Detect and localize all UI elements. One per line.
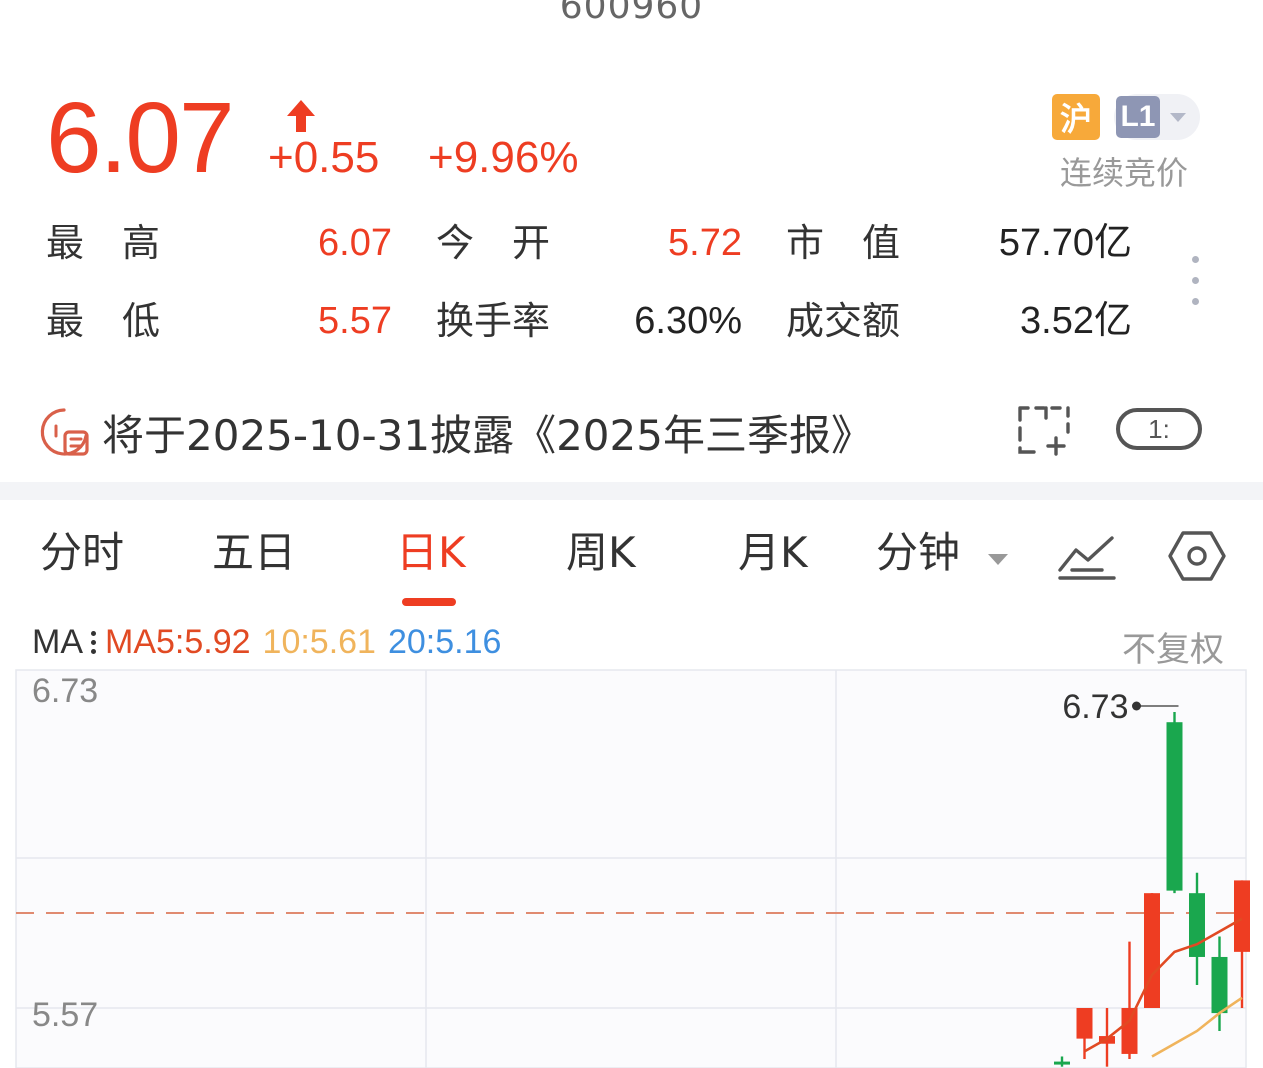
- notice-text: 将于2025-10-31披露《2025年三季报》: [102, 410, 873, 460]
- line-chart-icon[interactable]: [1058, 530, 1116, 582]
- active-tab-indicator: [402, 598, 456, 606]
- chevron-down-icon: [1170, 113, 1186, 122]
- kline-svg: 6.73: [15, 669, 1250, 1068]
- tab-daily-k[interactable]: 日K: [396, 529, 466, 576]
- stat-label-market-cap: 市 值: [786, 221, 901, 265]
- stat-value-turnover: 6.30%: [634, 300, 742, 342]
- exchange-badge: 沪: [1052, 94, 1100, 140]
- ma10-value: 10:5.61: [262, 622, 376, 661]
- max-marker-label: 6.73: [1062, 688, 1128, 726]
- stat-label-low: 最 低: [46, 299, 161, 343]
- candle-body: [1144, 893, 1160, 1008]
- section-divider: [0, 482, 1263, 500]
- more-vertical-icon[interactable]: [1192, 256, 1200, 305]
- y-axis-min-label: 5.57: [32, 996, 99, 1034]
- tab-intraday[interactable]: 分时: [40, 529, 124, 576]
- tab-monthly-k[interactable]: 月K: [738, 529, 808, 576]
- ratio-toggle[interactable]: 1:: [1116, 408, 1202, 450]
- stat-label-high: 最 高: [46, 221, 161, 265]
- stat-value-low: 5.57: [318, 300, 392, 342]
- y-axis-max-label: 6.73: [32, 672, 99, 710]
- stat-label-turnover: 换手率: [436, 299, 551, 343]
- settings-hexagon-icon[interactable]: [1168, 530, 1226, 582]
- candle-body: [1234, 880, 1250, 952]
- candle-body: [1054, 1061, 1070, 1065]
- ma-legend[interactable]: MA MA5:5.92 10:5.61 20:5.16: [32, 622, 501, 662]
- price-change-percent: +9.96%: [428, 133, 579, 182]
- candle-body: [1211, 956, 1228, 1014]
- tab-minute[interactable]: 分钟: [876, 529, 960, 576]
- add-widget-icon[interactable]: [1016, 404, 1072, 456]
- more-vertical-icon: [89, 629, 97, 656]
- stat-value-high: 6.07: [318, 222, 392, 264]
- calendar-clock-icon: [40, 408, 89, 456]
- level-selector[interactable]: L1: [1114, 94, 1200, 140]
- adjust-mode[interactable]: 不复权: [1122, 622, 1224, 671]
- candle-body: [1076, 1008, 1093, 1039]
- ma20-value: 20:5.16: [387, 622, 502, 661]
- ma5-value: MA5:5.92: [105, 622, 251, 661]
- stat-label-volume-amount: 成交额: [786, 299, 901, 343]
- candle-body: [1121, 1008, 1138, 1054]
- current-price: 6.07: [46, 82, 235, 194]
- kline-chart[interactable]: 6.73 6.73 5.57: [0, 668, 1263, 1068]
- stat-value-open: 5.72: [668, 222, 742, 264]
- stat-value-market-cap: 57.70亿: [998, 222, 1132, 264]
- ma-label: MA: [32, 622, 83, 661]
- ratio-label: 1:: [1148, 413, 1170, 444]
- stock-code: 600960: [559, 0, 704, 27]
- stat-value-volume-amount: 3.52亿: [1020, 300, 1132, 342]
- up-arrow-icon: [287, 100, 315, 132]
- candle-body: [1166, 722, 1183, 891]
- tab-weekly-k[interactable]: 周K: [566, 529, 636, 576]
- tab-five-day[interactable]: 五日: [212, 529, 296, 576]
- price-change: +0.55: [268, 133, 380, 182]
- earnings-notice[interactable]: 将于2025-10-31披露《2025年三季报》: [38, 402, 873, 462]
- stat-label-open: 今 开: [436, 221, 551, 265]
- trade-status: 连续竞价: [1060, 154, 1189, 192]
- level-badge: L1: [1116, 96, 1160, 138]
- chevron-down-icon[interactable]: [988, 554, 1008, 565]
- max-marker-dot: [1132, 701, 1141, 711]
